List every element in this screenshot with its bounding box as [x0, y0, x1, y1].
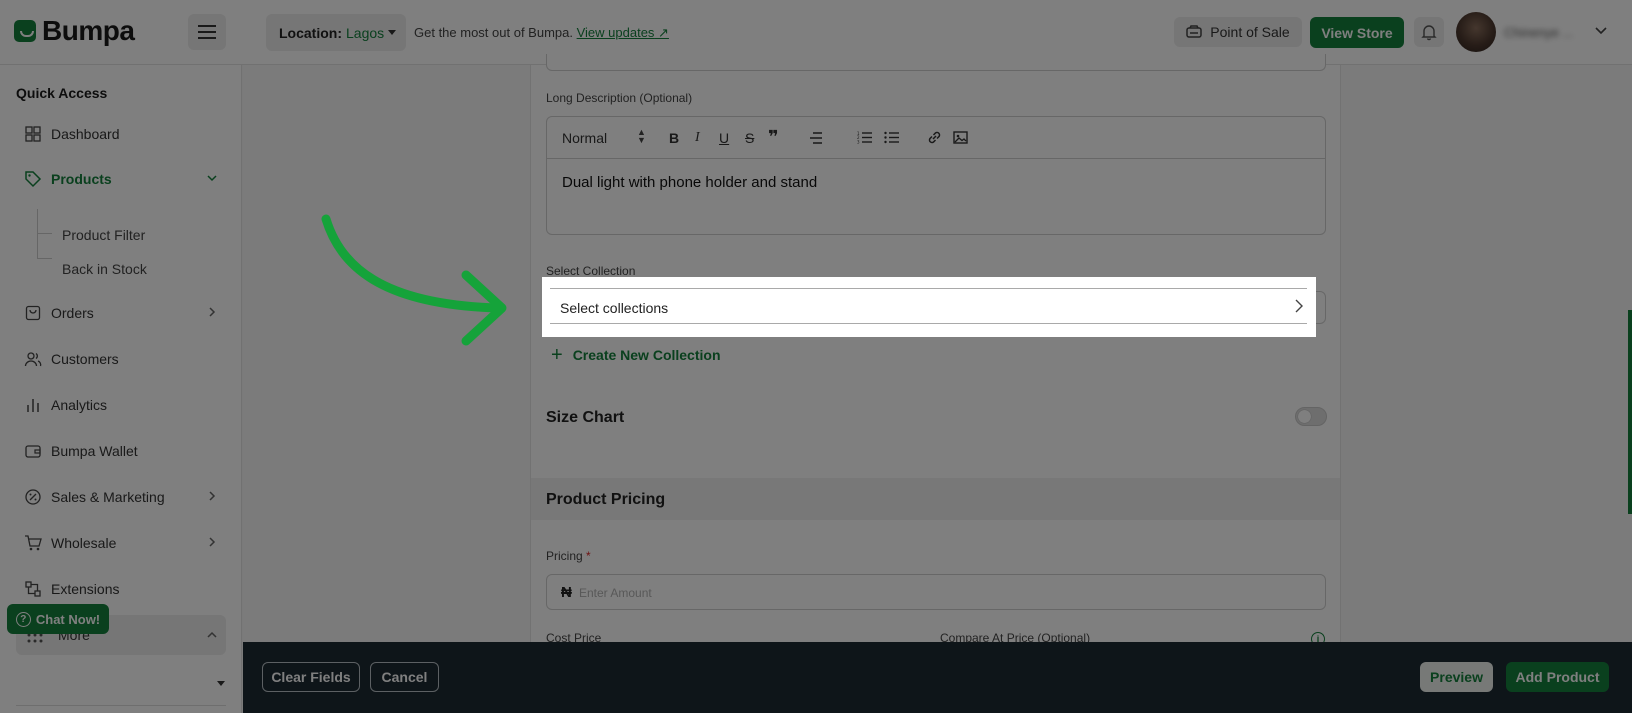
select-collections-placeholder: Select collections	[560, 300, 669, 316]
tutorial-dim-overlay	[0, 0, 1632, 713]
select-collections-field[interactable]: Select collections	[550, 288, 1307, 324]
chevron-right-icon	[1295, 299, 1303, 313]
pointer-arrow-icon	[321, 214, 507, 346]
highlighted-collection-selector: Select collections	[542, 277, 1316, 337]
